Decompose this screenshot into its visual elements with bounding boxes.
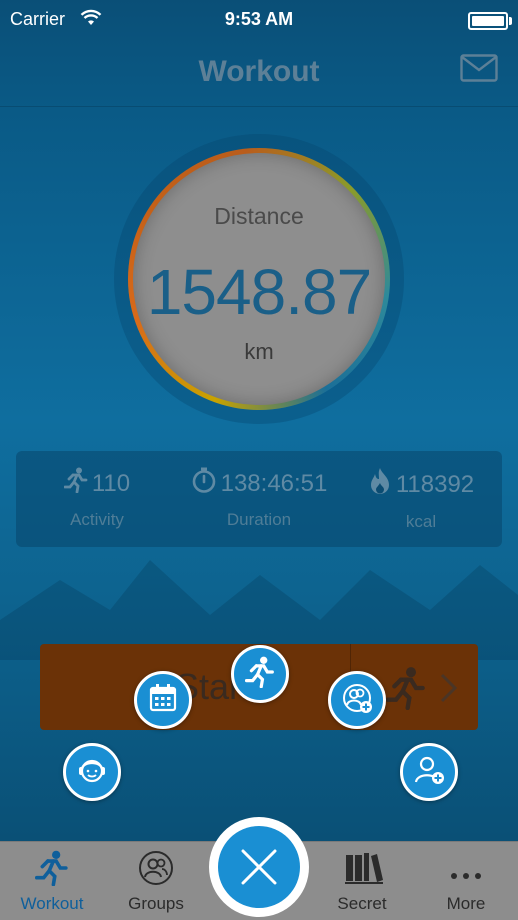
kcal-value: 118392	[395, 470, 475, 498]
more-dots-icon	[448, 850, 484, 886]
activity-label: Activity	[70, 510, 124, 529]
stat-kcal: 118392 kcal	[340, 467, 502, 532]
activity-value: 110	[91, 469, 131, 497]
support-agent-icon	[75, 753, 109, 792]
runner-icon	[385, 666, 426, 711]
stopwatch-icon	[191, 467, 217, 500]
run-button[interactable]	[231, 645, 289, 703]
workout-screen: Carrier 9:53 AM Workout Distance 1548.87…	[0, 0, 518, 920]
page-title: Workout	[198, 55, 320, 88]
close-icon	[241, 849, 277, 885]
distance-unit: km	[244, 339, 274, 364]
group-add-icon	[340, 681, 374, 720]
distance-ring: Distance 1548.87 km	[128, 148, 390, 410]
calendar-button[interactable]	[134, 671, 192, 729]
mountain-background	[0, 560, 518, 660]
navigation-bar: Workout	[0, 40, 518, 107]
groups-icon	[138, 850, 174, 886]
run-icon	[244, 656, 275, 693]
user-add-icon	[413, 754, 445, 791]
mail-icon[interactable]	[460, 54, 498, 82]
close-menu-button[interactable]	[209, 817, 309, 917]
duration-label: Duration	[226, 510, 292, 529]
chevron-right-icon	[438, 672, 460, 704]
add-user-button[interactable]	[400, 743, 458, 801]
distance-value: 1548.87	[146, 256, 372, 328]
stat-activity: 110 Activity	[16, 467, 178, 530]
books-icon	[344, 850, 383, 886]
tab-more[interactable]: More	[414, 842, 518, 920]
status-bar: Carrier 9:53 AM	[0, 0, 518, 40]
tab-more-label: More	[446, 894, 486, 913]
kcal-label: kcal	[405, 512, 437, 531]
battery-icon	[468, 12, 512, 30]
tab-workout[interactable]: Workout	[0, 842, 104, 920]
support-agent-button[interactable]	[63, 743, 121, 801]
distance-label: Distance	[214, 203, 304, 229]
group-add-button[interactable]	[328, 671, 386, 729]
runner-icon	[63, 467, 88, 500]
stats-card: 110 Activity 138:46:51 Duration 118392 k…	[16, 451, 502, 547]
flame-icon	[368, 467, 392, 502]
tab-secret[interactable]: Secret	[310, 842, 414, 920]
tab-workout-label: Workout	[20, 894, 84, 913]
status-time: 9:53 AM	[224, 9, 294, 29]
tab-groups[interactable]: Groups	[104, 842, 208, 920]
tab-groups-label: Groups	[128, 894, 184, 913]
distance-dial: Distance 1548.87 km	[133, 153, 385, 405]
duration-value: 138:46:51	[220, 469, 328, 497]
stat-duration: 138:46:51 Duration	[178, 467, 340, 530]
runner-icon	[34, 850, 70, 887]
calendar-icon	[148, 683, 178, 718]
tab-secret-label: Secret	[337, 894, 387, 913]
